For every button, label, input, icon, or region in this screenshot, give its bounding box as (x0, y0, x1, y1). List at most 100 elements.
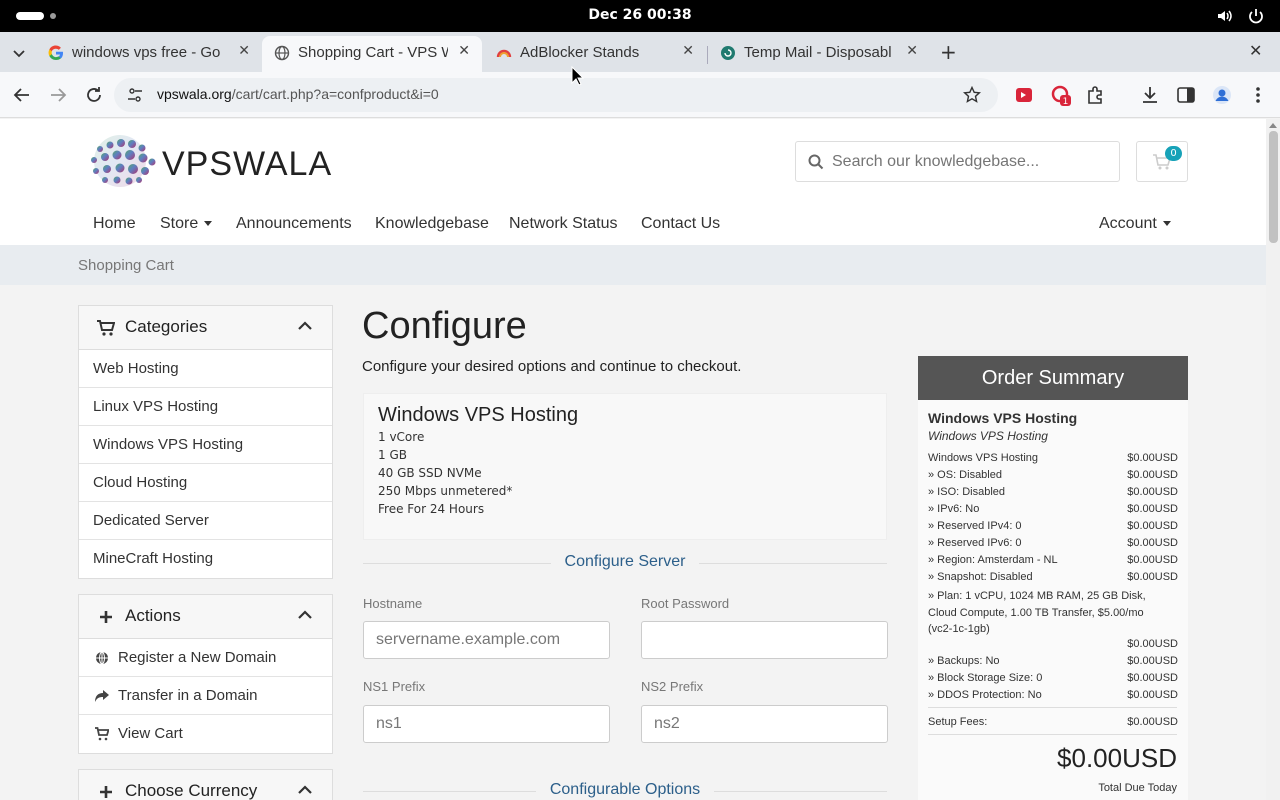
search-icon (808, 154, 824, 170)
sidebar-item-windows-vps[interactable]: Windows VPS Hosting (79, 426, 332, 464)
categories-header[interactable]: Categories (79, 306, 332, 350)
address-bar: vpswala.org/cart/cart.php?a=confproduct&… (0, 72, 1280, 118)
scroll-up-arrow-icon[interactable] (1269, 122, 1277, 128)
clock[interactable]: Dec 26 00:38 (0, 7, 1280, 23)
nav-knowledgebase[interactable]: Knowledgebase (375, 215, 489, 233)
sidebar-item-dedicated-server[interactable]: Dedicated Server (79, 502, 332, 540)
chevron-up-icon[interactable] (298, 785, 312, 795)
tab-strip: windows vps free - Go ✕ Shopping Cart - … (0, 32, 1280, 72)
sidebar-item-linux-vps[interactable]: Linux VPS Hosting (79, 388, 332, 426)
product-info: Windows VPS Hosting 1 vCore 1 GB 40 GB S… (363, 393, 887, 540)
site-header: VPSWALA 0 Home Store Announcements Knowl… (0, 119, 1266, 245)
new-tab-icon[interactable]: + (940, 40, 957, 64)
nav-home[interactable]: Home (93, 215, 136, 233)
action-register-domain[interactable]: Register a New Domain (79, 639, 332, 677)
extensions-puzzle-icon[interactable] (1085, 84, 1107, 106)
search-input[interactable] (832, 142, 1112, 181)
tab-google[interactable]: windows vps free - Go ✕ (36, 36, 262, 72)
summary-product-group: Windows VPS Hosting (928, 429, 1048, 443)
action-transfer-domain[interactable]: Transfer in a Domain (79, 677, 332, 715)
globe-icon (274, 45, 290, 61)
nav-store[interactable]: Store (160, 215, 213, 233)
plus-icon (100, 611, 112, 623)
page-title: Configure (362, 305, 527, 347)
chevron-up-icon[interactable] (298, 321, 312, 331)
sidebar-item-minecraft-hosting[interactable]: MineCraft Hosting (79, 540, 332, 578)
hostname-field[interactable] (363, 621, 610, 659)
close-icon[interactable]: ✕ (238, 43, 250, 59)
os-top-bar: Dec 26 00:38 (0, 0, 1280, 32)
root-password-field[interactable] (641, 621, 888, 659)
ns1-field[interactable] (363, 705, 610, 743)
scrollbar-thumb[interactable] (1269, 131, 1278, 243)
summary-divider (928, 734, 1177, 735)
bookmark-star-icon[interactable] (963, 86, 981, 104)
extension-red-icon[interactable] (1013, 84, 1035, 106)
tab-search-icon[interactable] (8, 43, 30, 63)
tab-shopping-cart[interactable]: Shopping Cart - VPS W ✕ (262, 36, 482, 72)
summary-product-name: Windows VPS Hosting (928, 410, 1078, 426)
side-panel-icon[interactable] (1175, 84, 1197, 106)
tab-title: AdBlocker Stands (520, 44, 640, 61)
nav-contact-us[interactable]: Contact Us (641, 215, 720, 233)
caret-down-icon (1162, 221, 1171, 227)
url-text: vpswala.org/cart/cart.php?a=confproduct&… (157, 86, 439, 102)
nav-account[interactable]: Account (1099, 215, 1171, 233)
extension-shield-icon[interactable]: 1 (1049, 84, 1071, 106)
nav-announcements[interactable]: Announcements (236, 215, 352, 233)
menu-kebab-icon[interactable] (1247, 84, 1269, 106)
currency-header[interactable]: Choose Currency (79, 770, 332, 800)
ns2-label: NS2 Prefix (641, 679, 704, 694)
order-summary: Order Summary Windows VPS Hosting Window… (918, 356, 1188, 800)
tab-title: windows vps free - Go (72, 44, 221, 61)
vpswala-logo-icon[interactable] (80, 133, 160, 189)
profile-avatar-icon[interactable] (1211, 84, 1233, 106)
close-icon[interactable]: ✕ (906, 43, 918, 59)
share-icon (95, 690, 109, 702)
ns1-label: NS1 Prefix (363, 679, 426, 694)
chevron-up-icon[interactable] (298, 610, 312, 620)
logo-text[interactable]: VPSWALA (162, 145, 332, 184)
summary-total-label: Total Due Today (1098, 782, 1177, 794)
globe-icon (96, 651, 108, 665)
categories-panel: Categories Web Hosting Linux VPS Hosting… (78, 305, 333, 579)
ns2-field[interactable] (641, 705, 888, 743)
tab-tempmail[interactable]: Temp Mail - Disposabl ✕ (708, 36, 930, 72)
cart-count-badge: 0 (1165, 146, 1182, 161)
actions-header[interactable]: Actions (79, 595, 332, 639)
order-summary-title: Order Summary (918, 356, 1188, 400)
sidebar-item-web-hosting[interactable]: Web Hosting (79, 350, 332, 388)
summary-total: $0.00USD (1057, 743, 1177, 773)
configurable-options-heading: Configurable Options (363, 781, 887, 800)
web-page: VPSWALA 0 Home Store Announcements Knowl… (0, 119, 1266, 800)
window-close-icon[interactable]: ✕ (1249, 41, 1262, 60)
back-icon[interactable] (11, 84, 33, 106)
product-feature: 250 Mbps unmetered* (378, 484, 513, 498)
tab-adblocker[interactable]: AdBlocker Stands ✕ (484, 36, 706, 72)
root-password-label: Root Password (641, 596, 730, 611)
reload-icon[interactable] (83, 84, 105, 106)
close-icon[interactable]: ✕ (682, 43, 694, 59)
tempmail-icon (721, 46, 735, 60)
page-subtitle: Configure your desired options and conti… (362, 358, 742, 375)
power-icon[interactable] (1247, 7, 1265, 25)
site-info-icon[interactable] (126, 86, 144, 104)
url-bar[interactable]: vpswala.org/cart/cart.php?a=confproduct&… (114, 78, 998, 112)
product-feature: 40 GB SSD NVMe (378, 466, 482, 480)
action-view-cart[interactable]: View Cart (79, 715, 332, 753)
volume-icon[interactable] (1216, 7, 1234, 25)
nav-network-status[interactable]: Network Status (509, 215, 617, 233)
mouse-cursor-icon (571, 66, 585, 86)
close-icon[interactable]: ✕ (458, 43, 470, 59)
download-icon[interactable] (1139, 84, 1161, 106)
plus-icon (100, 786, 112, 798)
shopping-cart-icon (97, 320, 115, 336)
cart-button[interactable] (1136, 141, 1188, 182)
page-scrollbar[interactable] (1266, 119, 1280, 800)
knowledgebase-search[interactable] (795, 141, 1120, 182)
configure-server-heading: Configure Server (363, 553, 887, 573)
sidebar-item-cloud-hosting[interactable]: Cloud Hosting (79, 464, 332, 502)
breadcrumb: Shopping Cart (0, 245, 1266, 285)
forward-icon[interactable] (47, 84, 69, 106)
product-name: Windows VPS Hosting (378, 404, 579, 426)
